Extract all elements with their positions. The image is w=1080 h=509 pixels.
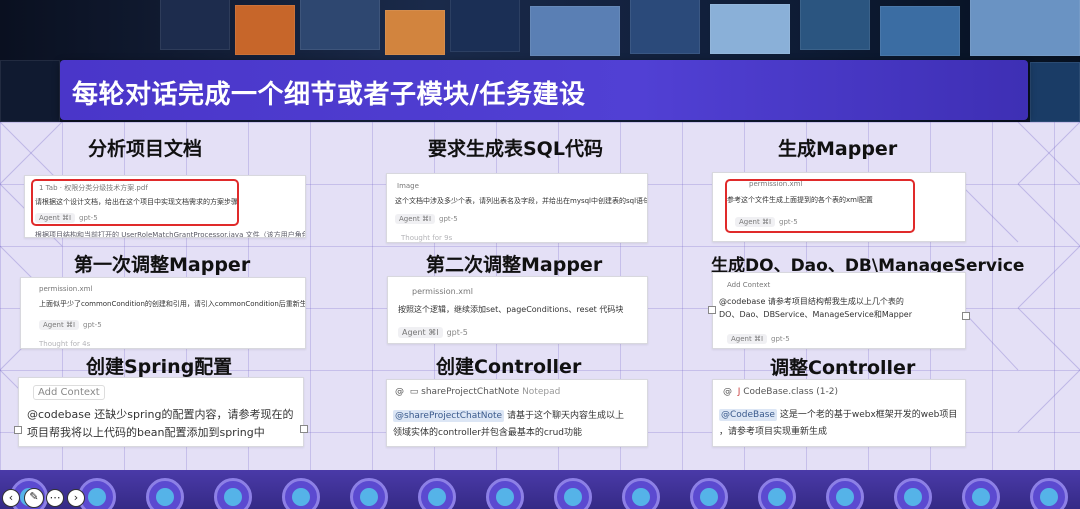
chat-card-analyze-doc: 1 Tab · 权限分类分级技术方案.pdf 请根据这个设计文档，给出在这个项目…: [24, 175, 306, 238]
decorative-circle: [418, 478, 456, 509]
card-attachment: permission.xml: [412, 287, 473, 296]
card-prompt: 上面似乎少了commonCondition的创建和引用，请引入commonCon…: [39, 300, 306, 308]
card-footer: 根据项目结构和当前打开的 UserRoleMatchGrantProcessor…: [35, 231, 305, 238]
agent-label: Agent: [43, 321, 64, 329]
model-label[interactable]: gpt-5: [439, 215, 458, 223]
prompt-text: 这是一个老的基于webx框架开发的web项目: [779, 410, 958, 420]
bottom-strip: [0, 470, 1080, 509]
decorative-circle: [486, 478, 524, 509]
decorative-circle: [554, 478, 592, 509]
agent-mode-pill[interactable]: Agent ⌘I: [395, 214, 436, 224]
resize-handle[interactable]: [14, 426, 22, 434]
decorative-circle: [826, 478, 864, 509]
agent-shortcut: ⌘I: [428, 328, 439, 337]
card-prompt-line1: @codebase 还缺少spring的配置内容，请参考现在的: [27, 408, 294, 421]
add-context-chip[interactable]: Add Context: [33, 385, 105, 400]
prev-slide-icon[interactable]: ‹: [2, 489, 20, 507]
decorative-circle: [622, 478, 660, 509]
card-footer: Thought for 9s: [401, 234, 453, 242]
chat-card-controller: @ ▭ shareProjectChatNote Notepad @shareP…: [386, 379, 648, 447]
chat-card-adjust-mapper-1: permission.xml 上面似乎少了commonCondition的创建和…: [20, 277, 306, 349]
card-prompt: 这个文档中涉及多少个表，请列出表名及字段，并给出在mysql中创建表的sql语句: [395, 197, 648, 205]
agent-mode-pill[interactable]: Agent ⌘I: [727, 334, 768, 344]
decorative-circle: [690, 478, 728, 509]
chat-card-sql: Image 这个文档中涉及多少个表，请列出表名及字段，并给出在mysql中创建表…: [386, 173, 648, 243]
agent-shortcut: ⌘I: [421, 215, 432, 223]
step-heading-adjust-mapper-2: 第二次调整Mapper: [426, 254, 603, 276]
agent-row: Agent ⌘I gpt-5: [727, 334, 790, 344]
notepad-name: shareProjectChatNote: [421, 387, 520, 397]
java-file-icon: J: [737, 387, 741, 397]
card-prompt-line1: @shareProjectChatNote 请基于这个聊天内容生成以上: [393, 408, 624, 422]
agent-mode-pill[interactable]: Agent ⌘I: [398, 327, 443, 338]
decorative-circle: [214, 478, 252, 509]
card-footer: Thought for 4s: [39, 340, 91, 348]
add-context-chip[interactable]: Add Context: [727, 281, 770, 289]
step-heading-adjust-mapper-1: 第一次调整Mapper: [74, 254, 251, 276]
highlight-box: [725, 179, 915, 233]
agent-shortcut: ⌘I: [753, 335, 764, 343]
decorative-circle: [350, 478, 388, 509]
agent-label: Agent: [731, 335, 752, 343]
decorative-circle: [962, 478, 1000, 509]
file-chip[interactable]: @ J CodeBase.class (1-2): [723, 387, 838, 397]
next-slide-icon[interactable]: ›: [67, 489, 85, 507]
card-prompt-line2: DO、Dao、DBService、ManageService和Mapper: [719, 310, 913, 319]
agent-row: Agent ⌘I gpt-5: [395, 214, 458, 224]
resize-handle[interactable]: [962, 312, 970, 320]
at-icon: @: [723, 387, 732, 397]
card-prompt-line2: 领域实体的controller并包含最基本的crud功能: [393, 428, 583, 438]
card-prompt-line2: 项目帮我将以上代码的bean配置添加到spring中: [27, 426, 265, 439]
agent-row: Agent ⌘I gpt-5: [398, 327, 468, 338]
agent-label: Agent: [399, 215, 420, 223]
model-label[interactable]: gpt-5: [447, 328, 468, 337]
card-prompt-line1: @codebase 请参考项目结构帮我生成以上几个表的: [719, 297, 904, 306]
file-name: CodeBase.class (1-2): [743, 387, 839, 397]
resize-handle[interactable]: [300, 425, 308, 433]
decorative-circle: [1030, 478, 1068, 509]
hero-banner: 每轮对话完成一个细节或者子模块/任务建设: [0, 0, 1080, 122]
card-prompt: 按照这个逻辑，继续添加set、pageConditions、reset 代码块: [398, 305, 624, 314]
resize-handle[interactable]: [708, 306, 716, 314]
at-icon: @: [395, 387, 404, 397]
mention-chip[interactable]: @CodeBase: [719, 409, 777, 421]
mention-chip[interactable]: @shareProjectChatNote: [393, 410, 505, 422]
chat-card-mapper: permission.xml 参考这个文件生成上面提到的各个表的xml配置 Ag…: [712, 172, 966, 242]
agent-label: Agent: [402, 328, 426, 337]
chat-card-adjust-controller: @ J CodeBase.class (1-2) @CodeBase 这是一个老…: [712, 379, 966, 447]
chat-card-generate-service: Add Context @codebase 请参考项目结构帮我生成以上几个表的 …: [712, 272, 966, 349]
card-prompt-line1: @CodeBase 这是一个老的基于webx框架开发的web项目: [719, 407, 958, 421]
model-label[interactable]: gpt-5: [83, 321, 102, 329]
step-heading-analyze-doc: 分析项目文档: [88, 138, 203, 160]
step-heading-controller: 创建Controller: [436, 356, 582, 378]
step-heading-adjust-controller: 调整Controller: [770, 357, 916, 379]
decorative-circle: [282, 478, 320, 509]
slide-title: 每轮对话完成一个细节或者子模块/任务建设: [72, 80, 586, 110]
decorative-circle: [146, 478, 184, 509]
agent-mode-pill[interactable]: Agent ⌘I: [39, 320, 80, 330]
notepad-suffix: Notepad: [522, 387, 561, 397]
title-bar: 每轮对话完成一个细节或者子模块/任务建设: [60, 60, 1028, 120]
notepad-chip[interactable]: @ ▭ shareProjectChatNote Notepad: [395, 387, 560, 397]
step-heading-mapper: 生成Mapper: [778, 138, 898, 160]
card-attachment: Image: [397, 182, 419, 190]
step-heading-sql: 要求生成表SQL代码: [428, 138, 603, 160]
chat-card-spring-config: Add Context @codebase 还缺少spring的配置内容，请参考…: [18, 377, 304, 447]
card-prompt-line2: ，请参考项目实现重新生成: [719, 427, 828, 437]
chat-card-adjust-mapper-2: permission.xml 按照这个逻辑，继续添加set、pageCondit…: [387, 276, 648, 344]
model-label[interactable]: gpt-5: [771, 335, 790, 343]
step-heading-spring-config: 创建Spring配置: [86, 356, 233, 378]
pen-icon[interactable]: ✎: [24, 488, 44, 508]
card-attachment: permission.xml: [39, 285, 93, 293]
decorative-circle: [894, 478, 932, 509]
agent-row: Agent ⌘I gpt-5: [39, 320, 102, 330]
notepad-icon: ▭: [409, 387, 419, 397]
prompt-text: 请基于这个聊天内容生成以上: [506, 411, 624, 421]
more-options-icon[interactable]: ⋯: [46, 489, 64, 507]
decorative-circle: [758, 478, 796, 509]
agent-shortcut: ⌘I: [65, 321, 76, 329]
highlight-box: [31, 179, 239, 226]
